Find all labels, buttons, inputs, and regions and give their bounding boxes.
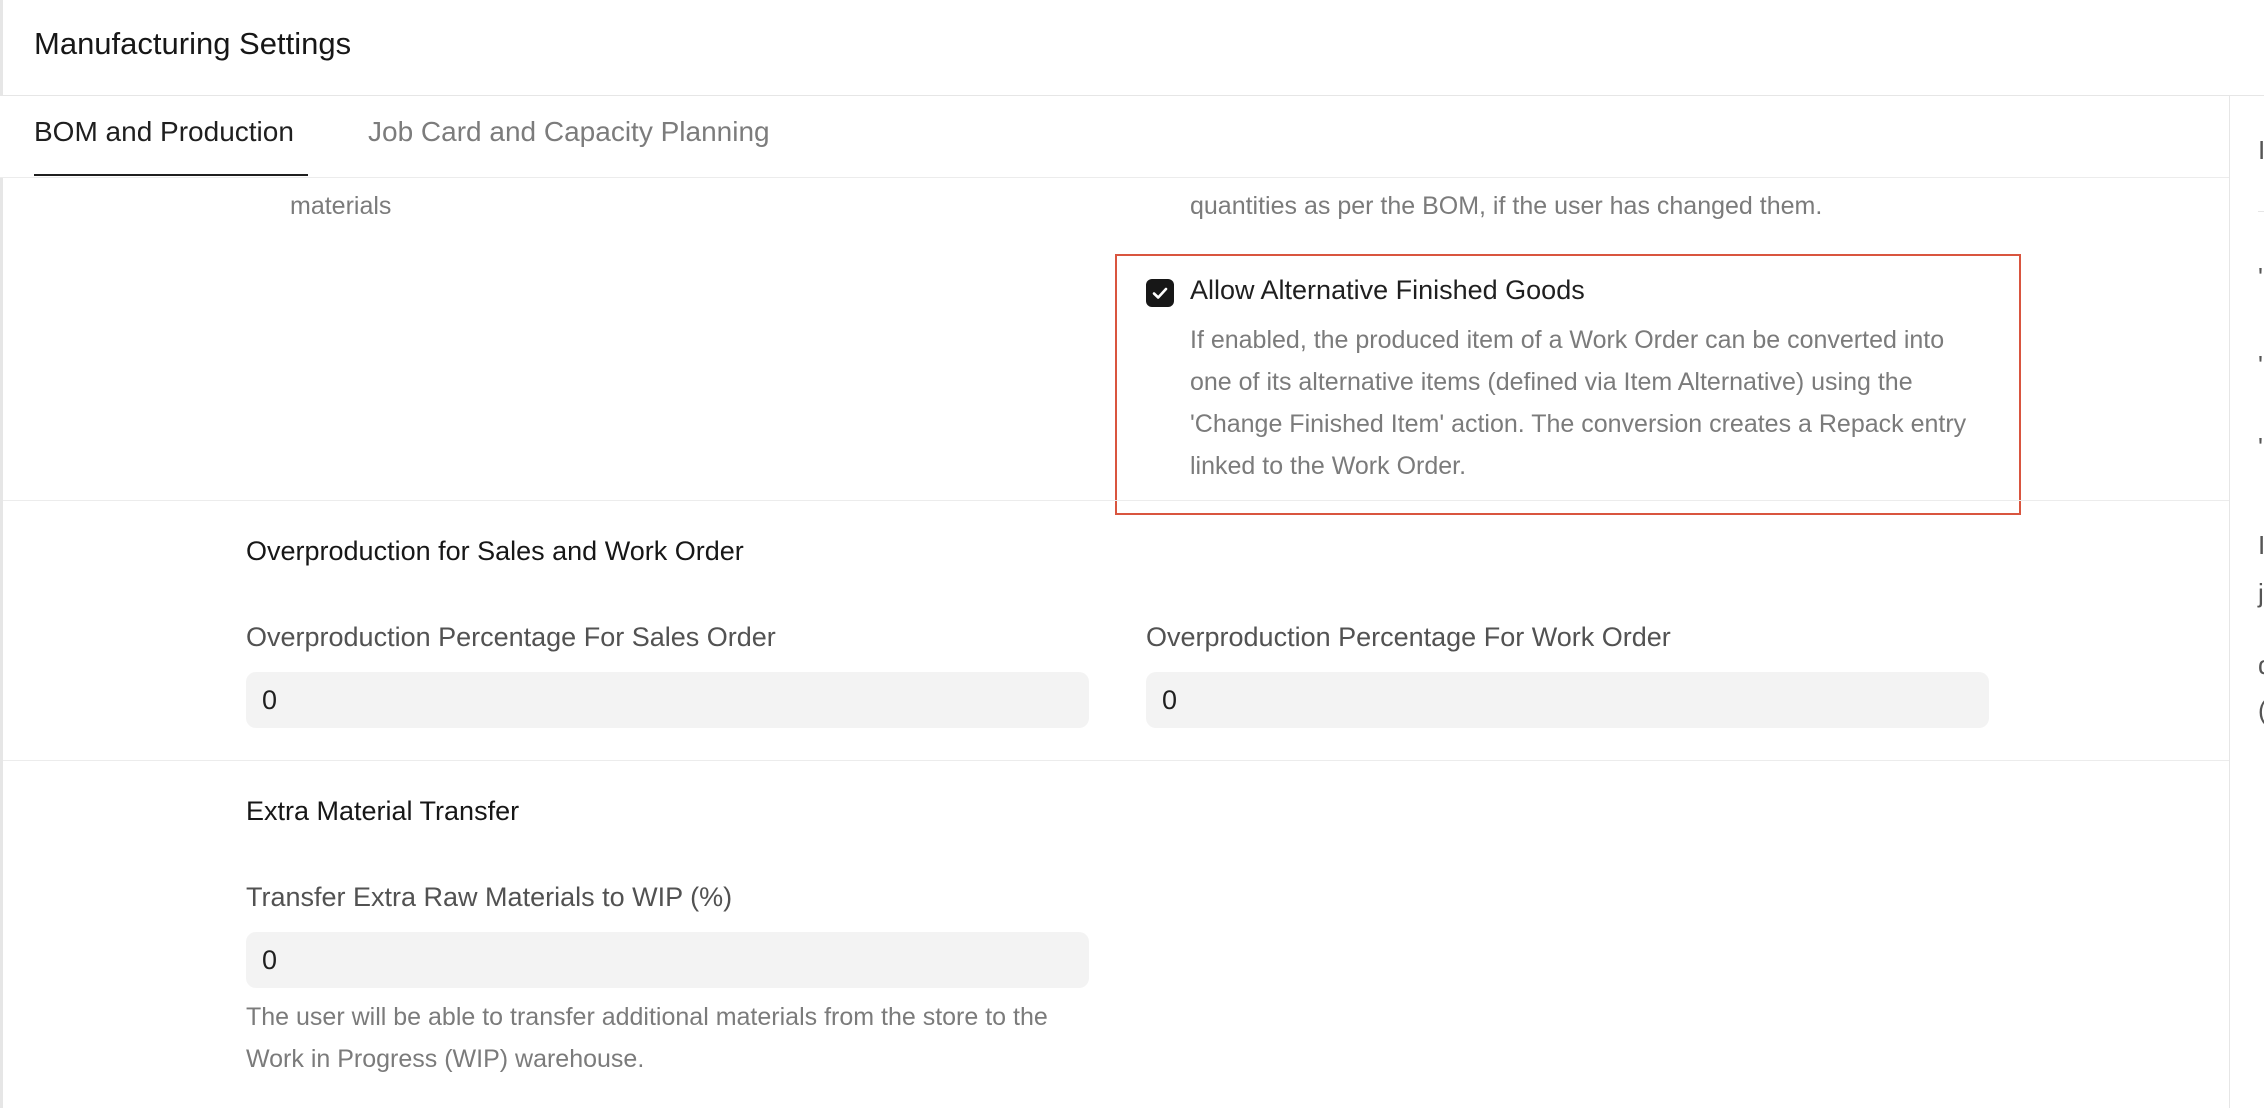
overproduction-work-order-label: Overproduction Percentage For Work Order	[1146, 622, 1671, 652]
overproduction-work-order-input[interactable]: 0	[1146, 672, 1989, 728]
right-rail-fragment: d	[2258, 650, 2264, 681]
overproduction-section-title: Overproduction for Sales and Work Order	[246, 536, 744, 566]
right-rail-fragment: I	[2258, 530, 2264, 560]
allow-alternative-finished-goods-label[interactable]: Allow Alternative Finished Goods	[1190, 275, 1585, 306]
section-divider	[3, 760, 2229, 761]
right-rail-fragment: '	[2258, 350, 2263, 380]
overproduction-sales-order-input[interactable]: 0	[246, 672, 1089, 728]
tab-bom-and-production[interactable]: BOM and Production	[34, 116, 294, 148]
allow-alternative-finished-goods-checkbox[interactable]	[1146, 279, 1174, 307]
right-rail-fragment: '	[2258, 432, 2263, 462]
right-rail-fragment: '	[2258, 262, 2263, 292]
allow-alternative-finished-goods-help: If enabled, the produced item of a Work …	[1190, 326, 1967, 480]
tab-bar: BOM and Production Job Card and Capacity…	[0, 96, 2229, 178]
transfer-extra-raw-materials-help: The user will be able to transfer additi…	[246, 1003, 1048, 1073]
tab-job-card-and-capacity-planning[interactable]: Job Card and Capacity Planning	[368, 116, 770, 148]
overproduction-sales-order-label: Overproduction Percentage For Sales Orde…	[246, 622, 776, 652]
title-bar: Manufacturing Settings	[0, 0, 2264, 96]
right-rail-fragment: (	[2258, 695, 2264, 726]
settings-form[interactable]: latest Valuation Rate/Price List Rate/La…	[3, 177, 2229, 1108]
section-divider	[3, 500, 2229, 501]
active-tab-indicator	[34, 174, 308, 176]
page-title: Manufacturing Settings	[34, 26, 352, 61]
field-help-text: latest Valuation Rate/Price List Rate/La…	[290, 177, 990, 220]
right-rail-fragment: I	[2258, 135, 2264, 165]
check-icon	[1152, 287, 1168, 299]
transfer-extra-raw-materials-input[interactable]: 0	[246, 932, 1089, 988]
right-rail-fragment: j	[2258, 578, 2264, 608]
field-help-text: and their quantities in the Work Order. …	[1190, 177, 1934, 220]
extra-material-section-title: Extra Material Transfer	[246, 796, 520, 826]
transfer-extra-raw-materials-label: Transfer Extra Raw Materials to WIP (%)	[246, 882, 733, 912]
